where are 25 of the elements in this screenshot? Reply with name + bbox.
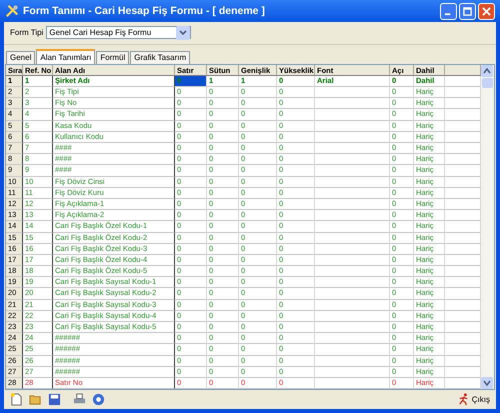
printer-icon[interactable] (73, 393, 86, 406)
tab[interactable]: Genel (6, 50, 36, 64)
close-icon[interactable] (482, 6, 491, 16)
minimize-button[interactable] (440, 2, 457, 20)
exit-button[interactable]: Çıkış (456, 393, 490, 406)
help-icon[interactable] (92, 393, 105, 406)
scrollbar[interactable] (481, 64, 494, 389)
tab[interactable]: Formül (96, 50, 130, 64)
window-title: Form Tanımı - Cari Hesap Fiş Formu - [ deneme ] (23, 5, 266, 17)
close-button[interactable] (478, 2, 495, 20)
tab[interactable]: Alan Tanımları (36, 48, 96, 64)
running-figure-icon (456, 393, 470, 406)
save-icon[interactable] (48, 393, 61, 406)
maximize-icon[interactable] (463, 6, 472, 16)
new-document-icon[interactable] (10, 393, 23, 406)
scroll-up-icon[interactable] (481, 64, 493, 77)
scroll-thumb[interactable] (482, 78, 493, 88)
folder-icon[interactable] (29, 393, 42, 406)
column-header (445, 64, 481, 76)
form-type-label: Form Tipi (10, 28, 44, 38)
maximize-button[interactable] (459, 2, 476, 20)
form-type-dropdown[interactable]: Genel Cari Hesap Fiş Formu (46, 26, 192, 40)
scroll-down-icon[interactable] (481, 377, 493, 389)
tab[interactable]: Grafik Tasarım (130, 50, 190, 64)
tools-icon (5, 4, 19, 18)
